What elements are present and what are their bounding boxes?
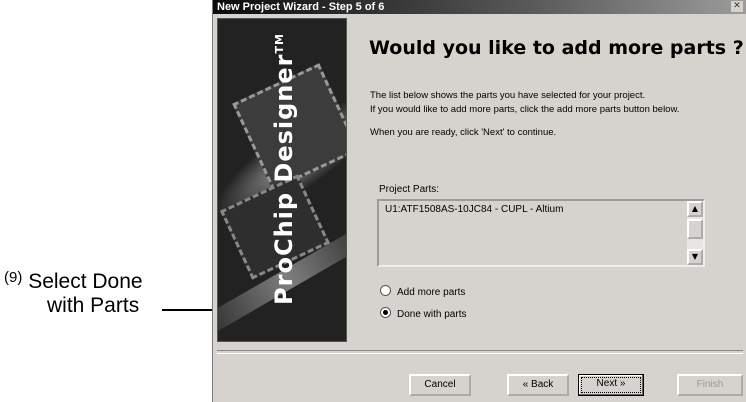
wizard-window: New Project Wizard - Step 5 of 6 ✕ ProCh… <box>212 0 746 402</box>
instruction-text: When you are ready, click 'Next' to cont… <box>370 127 557 138</box>
done-with-parts-label: Done with parts <box>397 309 467 320</box>
description-line-1: The list below shows the parts you have … <box>370 90 646 101</box>
project-parts-list[interactable]: U1:ATF1508AS-10JC84 - CUPL - Altium ▲ ▼ <box>377 199 705 267</box>
cancel-button[interactable]: Cancel <box>409 374 471 396</box>
done-with-parts-radio[interactable] <box>380 307 391 318</box>
callout-step-number: (9) <box>4 269 23 286</box>
add-more-parts-option[interactable]: Add more parts <box>380 285 465 298</box>
list-item[interactable]: U1:ATF1508AS-10JC84 - CUPL - Altium <box>385 204 563 215</box>
window-title: New Project Wizard - Step 5 of 6 <box>217 1 385 13</box>
next-button[interactable]: Next » <box>578 374 644 396</box>
description: The list below shows the parts you have … <box>370 89 679 117</box>
vertical-scrollbar[interactable]: ▲ ▼ <box>687 201 703 265</box>
product-banner-image: ProChip DesignerTM <box>217 18 347 342</box>
add-more-parts-radio[interactable] <box>380 285 391 296</box>
back-button[interactable]: « Back <box>507 374 569 396</box>
scroll-up-icon[interactable]: ▲ <box>687 201 703 217</box>
add-more-parts-label: Add more parts <box>397 287 466 298</box>
title-bar: New Project Wizard - Step 5 of 6 ✕ <box>213 0 746 14</box>
scroll-down-icon[interactable]: ▼ <box>687 249 703 265</box>
description-line-2: If you would like to add more parts, cli… <box>370 104 680 115</box>
brand-logo: ProChip DesignerTM <box>270 33 298 305</box>
done-with-parts-option[interactable]: Done with parts <box>380 307 466 320</box>
finish-button[interactable]: Finish <box>677 374 743 396</box>
scroll-thumb[interactable] <box>687 219 703 239</box>
divider <box>217 350 743 354</box>
project-parts-label: Project Parts: <box>379 184 440 195</box>
close-icon[interactable]: ✕ <box>731 1 743 12</box>
callout-text-1: Select Done <box>28 270 143 293</box>
callout-line-1: (9) Select Done <box>4 269 143 294</box>
callout-text-2: with Parts <box>47 294 140 317</box>
page-heading: Would you like to add more parts ? <box>369 37 744 59</box>
